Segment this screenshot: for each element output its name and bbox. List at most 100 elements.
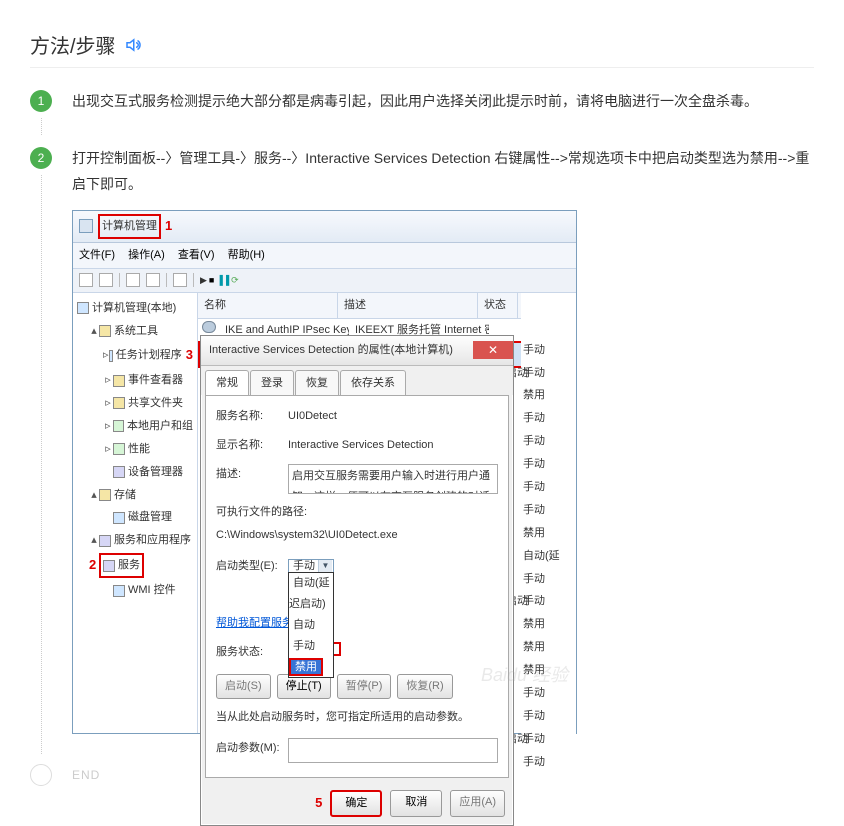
perf-icon: [113, 443, 125, 455]
step-text-2: 打开控制面板--〉管理工具-〉服务--〉Interactive Services…: [72, 145, 814, 198]
option-disabled[interactable]: 禁用: [289, 658, 323, 676]
annotation-1: 1: [165, 214, 172, 239]
tree-root[interactable]: 计算机管理(本地): [92, 298, 176, 319]
forward-icon[interactable]: [99, 273, 113, 287]
tools-icon: [99, 325, 111, 337]
apply-button[interactable]: 应用(A): [450, 790, 505, 817]
overflow-row: 禁用: [521, 636, 576, 659]
chevron-down-icon: ▼: [318, 560, 332, 572]
help-icon[interactable]: [173, 273, 187, 287]
tree-shared[interactable]: 共享文件夹: [128, 393, 183, 414]
tab-logon[interactable]: 登录: [250, 370, 294, 396]
desc-label: 描述:: [216, 464, 288, 485]
service-list-header: 名称 描述 状态 启动类: [198, 293, 576, 319]
pause-button[interactable]: 暂停(P): [337, 674, 392, 699]
right-column-overflow: 手动已启动手动禁用手动手动手动手动手动禁用自动(延手动已启动手动禁用禁用禁用手动…: [521, 293, 576, 774]
screenshot: 计算机管理 1 文件(F) 操作(A) 查看(V) 帮助(H): [72, 210, 814, 734]
overflow-row: 手动: [521, 407, 576, 430]
services-icon: [103, 560, 115, 572]
users-icon: [113, 420, 125, 432]
overflow-row: 手动: [521, 453, 576, 476]
overflow-row: 禁用: [521, 659, 576, 682]
overflow-row: 手动: [521, 751, 576, 774]
overflow-row: 手动: [521, 499, 576, 522]
overflow-row: 手动: [521, 430, 576, 453]
tree-disk[interactable]: 磁盘管理: [128, 507, 172, 528]
overflow-row: 手动: [521, 568, 576, 591]
dialog-title: Interactive Services Detection 的属性(本地计算机…: [209, 340, 453, 361]
disp-name-label: 显示名称:: [216, 435, 288, 456]
overflow-row: 手动: [521, 339, 576, 362]
disk-icon: [113, 512, 125, 524]
overflow-row: 禁用: [521, 384, 576, 407]
exe-value: C:\Windows\system32\UI0Detect.exe: [216, 525, 498, 546]
stop-icon[interactable]: ■: [209, 272, 214, 289]
event-icon: [113, 375, 125, 387]
tree-devmgr[interactable]: 设备管理器: [128, 462, 183, 483]
toolbar: ▶ ■ ▐▐ ⟳: [73, 269, 576, 293]
menu-action[interactable]: 操作(A): [128, 249, 165, 261]
window-title: 计算机管理: [102, 220, 157, 232]
option-manual[interactable]: 手动: [289, 639, 319, 653]
tab-recovery[interactable]: 恢复: [295, 370, 339, 396]
svcapp-icon: [99, 535, 111, 547]
tree-storage[interactable]: 存储: [114, 485, 136, 506]
overflow-row: 手动: [521, 476, 576, 499]
restart-icon[interactable]: ⟳: [231, 272, 239, 289]
computer-icon: [77, 302, 89, 314]
annotation-3: 3: [186, 343, 193, 368]
option-auto[interactable]: 自动: [289, 618, 319, 632]
back-icon[interactable]: [79, 273, 93, 287]
startup-type-select[interactable]: 手动▼ 自动(延迟启动) 自动 手动 禁用: [288, 559, 334, 573]
desc-value: 启用交互服务需要用户输入时进行用户通知，这样，便可以在交互服务创建的对话框出现时: [288, 464, 498, 494]
tree-services[interactable]: 服务: [118, 555, 140, 576]
play-icon[interactable]: ▶: [200, 272, 207, 289]
step-text-1: 出现交互式服务检测提示绝大部分都是病毒引起，因此用户选择关闭此提示时前，请将电脑…: [72, 88, 814, 115]
menu-file[interactable]: 文件(F): [79, 249, 115, 261]
menubar: 文件(F) 操作(A) 查看(V) 帮助(H): [73, 243, 576, 269]
status-label: 服务状态:: [216, 642, 288, 663]
tree-event[interactable]: 事件查看器: [128, 370, 183, 391]
storage-icon: [99, 489, 111, 501]
col-name[interactable]: 名称: [198, 293, 338, 318]
end-marker: [30, 764, 52, 786]
start-button[interactable]: 启动(S): [216, 674, 271, 699]
cancel-button[interactable]: 取消: [390, 790, 442, 817]
tab-deps[interactable]: 依存关系: [340, 370, 406, 396]
service-icon: [202, 321, 216, 333]
pause-icon[interactable]: ▐▐: [216, 272, 229, 289]
end-label: END: [72, 768, 100, 782]
ok-button[interactable]: 确定: [330, 790, 382, 817]
tree-task[interactable]: 任务计划程序: [116, 345, 182, 366]
svc-name-label: 服务名称:: [216, 406, 288, 427]
properties-dialog: Interactive Services Detection 的属性(本地计算机…: [200, 335, 514, 826]
col-desc[interactable]: 描述: [338, 293, 478, 318]
tab-general[interactable]: 常规: [205, 370, 249, 396]
tree-sys[interactable]: 系统工具: [114, 321, 158, 342]
option-auto-delayed[interactable]: 自动(延迟启动): [289, 576, 330, 611]
close-icon[interactable]: ✕: [473, 341, 513, 359]
overflow-row: 已启动手动: [521, 728, 576, 751]
tree-svcapp[interactable]: 服务和应用程序: [114, 530, 191, 551]
tree-wmi[interactable]: WMI 控件: [128, 580, 176, 601]
overflow-row: 手动: [521, 705, 576, 728]
exe-label: 可执行文件的路径:: [216, 502, 498, 523]
menu-view[interactable]: 查看(V): [178, 249, 215, 261]
window-titlebar: 计算机管理 1: [73, 211, 576, 243]
overflow-row: 禁用: [521, 522, 576, 545]
param-label: 启动参数(M):: [216, 738, 288, 759]
folder-icon[interactable]: [126, 273, 140, 287]
disp-name-value: Interactive Services Detection: [288, 435, 498, 456]
sound-icon[interactable]: [124, 36, 142, 54]
shared-icon: [113, 397, 125, 409]
tree-perf[interactable]: 性能: [128, 439, 150, 460]
col-status[interactable]: 状态: [478, 293, 518, 318]
menu-help[interactable]: 帮助(H): [228, 249, 265, 261]
overflow-row: 自动(延: [521, 545, 576, 568]
step-number-1: 1: [30, 90, 52, 112]
refresh-icon[interactable]: [146, 273, 160, 287]
annotation-2: 2: [89, 553, 99, 578]
tree-users[interactable]: 本地用户和组: [127, 416, 193, 437]
resume-button[interactable]: 恢复(R): [397, 674, 452, 699]
param-input[interactable]: [288, 738, 498, 763]
